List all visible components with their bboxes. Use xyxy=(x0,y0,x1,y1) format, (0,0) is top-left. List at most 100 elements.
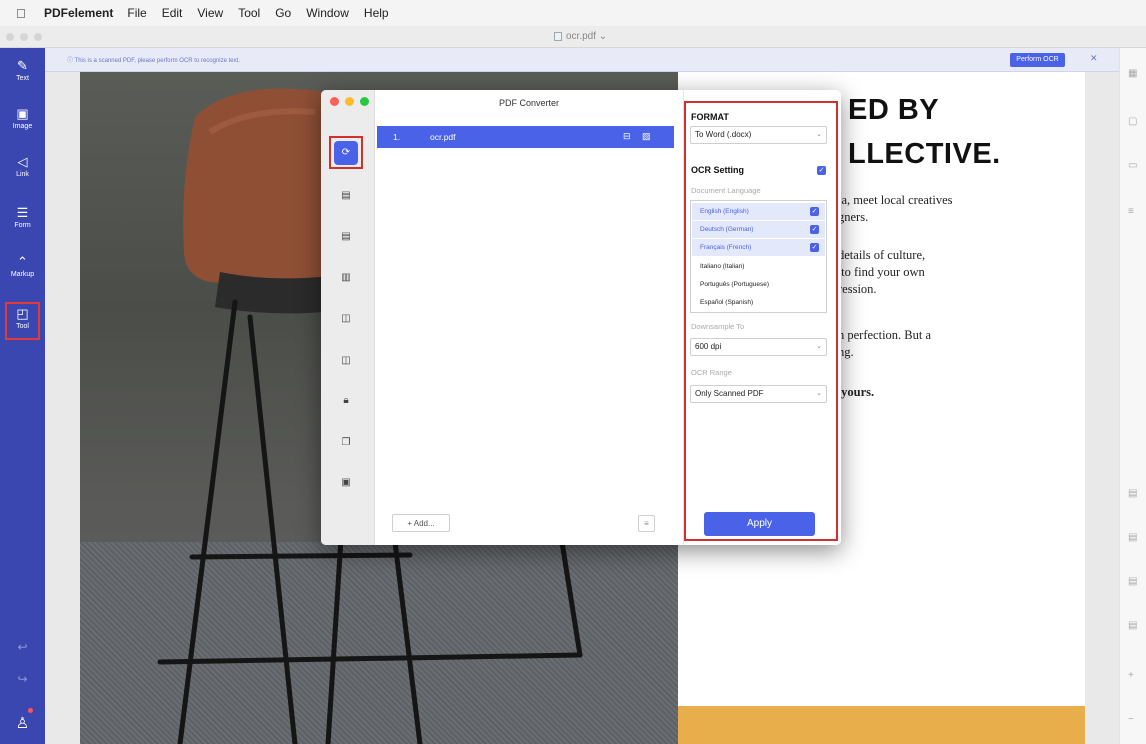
close-icon[interactable]: ✕ xyxy=(1090,53,1098,64)
convert-highlight-box xyxy=(329,136,363,169)
tool-image[interactable]: ▣ Image xyxy=(5,104,40,142)
combine-icon[interactable]: ▤ xyxy=(337,187,355,205)
window-close-button[interactable] xyxy=(6,33,14,41)
menu-edit[interactable]: Edit xyxy=(162,6,183,20)
background-icon[interactable]: ◫ xyxy=(337,352,355,370)
tool-tool[interactable]: ◰ Tool xyxy=(5,302,40,340)
menu-view[interactable]: View xyxy=(197,6,223,20)
lock-icon[interactable]: 🔒︎ xyxy=(337,392,355,410)
language-option-spanish[interactable]: Español (Spanish) xyxy=(692,294,825,311)
downsample-select[interactable]: 600 dpi ⌄ xyxy=(690,338,827,356)
menu-app-name[interactable]: PDFelement xyxy=(44,6,113,20)
file-name: ocr.pdf xyxy=(430,132,456,142)
ocr-range-label: OCR Range xyxy=(691,368,732,377)
tool-text-label: Text xyxy=(16,75,29,82)
image-icon: ▣ xyxy=(16,106,29,121)
pdf-converter-dialog: ⟳ ▤ ▤ ▥ ◫ ◫ 🔒︎ ❐ ▣ PDF Converter 1. ocr.… xyxy=(321,90,841,545)
thumbnails-icon[interactable]: ▦ xyxy=(1128,68,1137,79)
language-checkbox[interactable]: ✓ xyxy=(810,225,819,234)
format-select-value: To Word (.docx) xyxy=(695,130,752,139)
language-option-german[interactable]: Deutsch (German) ✓ xyxy=(692,221,825,238)
language-option-english[interactable]: English (English) ✓ xyxy=(692,203,825,220)
link-icon: ◁ xyxy=(17,154,28,169)
page-tool-icon-2[interactable]: ▤ xyxy=(1128,532,1137,543)
chevron-down-icon: ⌄ xyxy=(816,390,822,397)
page-tool-icon-4[interactable]: ▤ xyxy=(1128,620,1137,631)
ocr-notification-banner: ⓘ This is a scanned PDF, please perform … xyxy=(45,48,1119,72)
language-option-french[interactable]: Français (French) ✓ xyxy=(692,239,825,256)
list-options-icon[interactable]: ≡ xyxy=(638,515,655,532)
language-option-italian[interactable]: Italiano (Italian) xyxy=(692,258,825,275)
tool-form[interactable]: ☰ Form xyxy=(5,203,40,241)
chevron-down-icon: ⌄ xyxy=(816,343,822,350)
dialog-zoom-button[interactable] xyxy=(360,97,369,106)
zoom-out-icon[interactable]: − xyxy=(1128,714,1134,725)
tool-text[interactable]: ✎ Text xyxy=(5,56,40,94)
language-checkbox[interactable]: ✓ xyxy=(810,207,819,216)
menu-go[interactable]: Go xyxy=(275,6,291,20)
perform-ocr-button[interactable]: Perform OCR xyxy=(1010,53,1065,67)
apply-button[interactable]: Apply xyxy=(704,512,815,536)
left-tool-sidebar: ✎ Text ▣ Image ◁ Link ☰ Form ⌃ Markup ◰ … xyxy=(0,48,45,744)
document-language-label: Document Language xyxy=(691,186,761,195)
redo-icon[interactable]: ↪ xyxy=(0,672,45,686)
downsample-select-value: 600 dpi xyxy=(695,342,722,351)
file-index: 1. xyxy=(393,132,401,142)
watermark-icon[interactable]: ◫ xyxy=(337,310,355,328)
document-title[interactable]: ocr.pdf ⌄ xyxy=(554,31,607,42)
ocr-banner-message: ⓘ This is a scanned PDF, please perform … xyxy=(67,58,240,64)
document-title-text: ocr.pdf ⌄ xyxy=(566,31,608,42)
file-remove-icon[interactable]: ▨ xyxy=(642,131,651,142)
list-icon[interactable]: ≡ xyxy=(1128,206,1134,217)
tool-link[interactable]: ◁ Link xyxy=(5,152,40,190)
page-tool-icon-3[interactable]: ▤ xyxy=(1128,576,1137,587)
page-paragraph-2: details of culture, to find your own res… xyxy=(838,248,926,296)
file-settings-icon[interactable]: ⊟ xyxy=(623,131,631,142)
language-name: Italiano (Italian) xyxy=(700,263,745,270)
add-file-button[interactable]: + Add... xyxy=(392,514,450,532)
bookmark-icon[interactable]: ▭ xyxy=(1128,160,1137,171)
page-headline-line-1: ED BY xyxy=(848,94,940,126)
zoom-in-icon[interactable]: + xyxy=(1128,670,1134,681)
apple-menu-icon[interactable]:  xyxy=(16,6,34,21)
language-name: Français (French) xyxy=(700,244,752,251)
tool-tool-label: Tool xyxy=(16,323,29,330)
pdf-file-icon xyxy=(554,32,562,41)
menu-file[interactable]: File xyxy=(127,6,146,20)
window-zoom-button[interactable] xyxy=(34,33,42,41)
menu-window[interactable]: Window xyxy=(306,6,349,20)
language-name: Español (Spanish) xyxy=(700,299,754,306)
compress-icon[interactable]: ▤ xyxy=(337,228,355,246)
tool-markup-label: Markup xyxy=(10,271,35,278)
dialog-close-button[interactable] xyxy=(330,97,339,106)
menu-help[interactable]: Help xyxy=(364,6,389,20)
ocr-range-select-value: Only Scanned PDF xyxy=(695,389,764,398)
account-icon[interactable]: ♙ xyxy=(0,714,45,732)
language-option-portuguese[interactable]: Português (Portuguese) xyxy=(692,276,825,293)
pencil-icon: ✎ xyxy=(17,58,28,73)
language-name: Deutsch (German) xyxy=(700,226,754,233)
tool-markup[interactable]: ⌃ Markup xyxy=(5,252,40,290)
print-icon[interactable]: ▣ xyxy=(337,474,355,492)
format-select[interactable]: To Word (.docx) ⌄ xyxy=(690,126,827,144)
ocr-setting-checkbox[interactable]: ✓ xyxy=(817,166,826,175)
window-title-bar: ocr.pdf ⌄ xyxy=(0,26,1146,48)
undo-icon[interactable]: ↩ xyxy=(0,640,45,654)
language-checkbox[interactable]: ✓ xyxy=(810,243,819,252)
window-minimize-button[interactable] xyxy=(20,33,28,41)
data-extraction-icon[interactable]: ▥ xyxy=(337,269,355,287)
language-list: English (English) ✓ Deutsch (German) ✓ F… xyxy=(690,200,827,313)
file-list-row[interactable]: 1. ocr.pdf ⊟ ▨ xyxy=(377,126,674,148)
page-paragraph-1: ia, meet local creatives gners. xyxy=(838,193,953,224)
notification-dot xyxy=(28,708,33,713)
chevron-down-icon: ⌄ xyxy=(816,131,822,138)
ocr-range-select[interactable]: Only Scanned PDF ⌄ xyxy=(690,385,827,403)
page-yellow-band xyxy=(678,706,1085,744)
dialog-minimize-button[interactable] xyxy=(345,97,354,106)
menu-tool[interactable]: Tool xyxy=(238,6,260,20)
copy-icon[interactable]: ❐ xyxy=(337,434,355,452)
page-paragraph-3: n perfection. But a ng. xyxy=(838,328,932,359)
page-icon[interactable]: ▢ xyxy=(1128,116,1137,127)
page-tool-icon-1[interactable]: ▤ xyxy=(1128,488,1137,499)
format-label: FORMAT xyxy=(691,112,729,122)
